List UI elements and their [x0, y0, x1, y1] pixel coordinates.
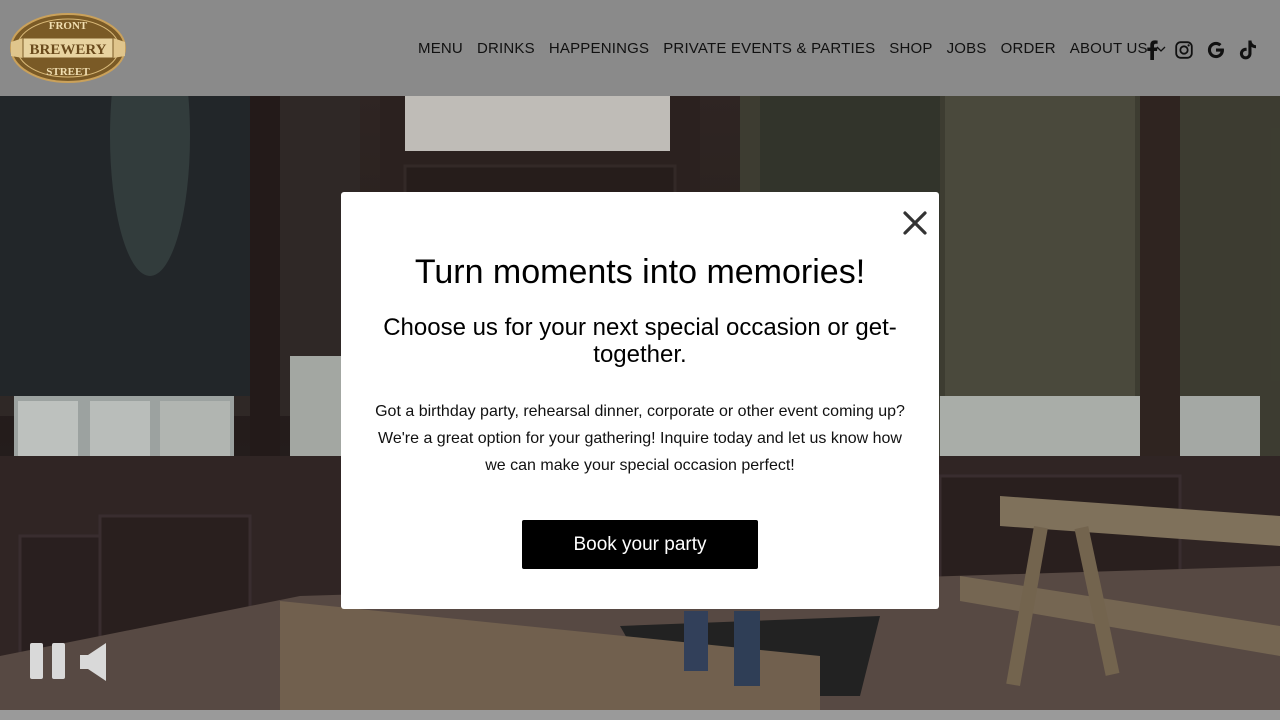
modal-body-text: Got a birthday party, rehearsal dinner, … — [375, 403, 905, 474]
modal-overlay: Turn moments into memories! Choose us fo… — [0, 0, 1280, 720]
close-icon[interactable] — [902, 210, 928, 236]
book-party-button[interactable]: Book your party — [522, 520, 758, 569]
modal-title: Turn moments into memories! — [414, 253, 866, 291]
party-popup-modal: Turn moments into memories! Choose us fo… — [341, 192, 939, 609]
modal-subtitle: Choose us for your next special occasion… — [383, 314, 897, 368]
